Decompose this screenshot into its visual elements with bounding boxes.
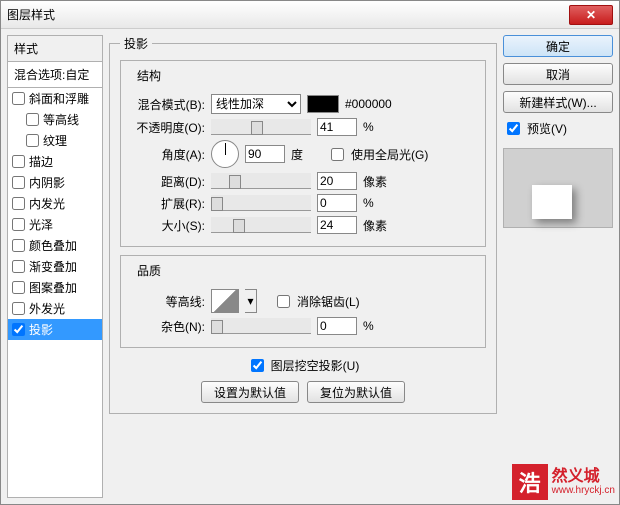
brand-url: www.hryckj.cn [552, 485, 615, 496]
section-title: 投影 [120, 35, 152, 52]
styles-header: 样式 [8, 36, 102, 62]
reset-default-button[interactable]: 复位为默认值 [307, 381, 405, 403]
spread-slider[interactable] [211, 195, 311, 211]
color-swatch[interactable] [307, 95, 339, 113]
blend-mode-label: 混合模式(B): [129, 96, 205, 113]
style-item[interactable]: 内发光 [8, 193, 102, 214]
style-item[interactable]: 等高线 [8, 109, 102, 130]
distance-label: 距离(D): [129, 173, 205, 190]
structure-title: 结构 [133, 67, 165, 84]
watermark: 浩 然义城 www.hryckj.cn [512, 464, 615, 500]
angle-unit: 度 [291, 146, 321, 163]
quality-group: 品质 等高线: ▾ 消除锯齿(L) 杂色(N): [120, 255, 486, 348]
use-global-light[interactable]: 使用全局光(G) [327, 145, 428, 164]
style-checkbox[interactable] [26, 134, 39, 147]
antialias-checkbox[interactable] [277, 295, 290, 308]
blend-options-item[interactable]: 混合选项:自定 [8, 62, 102, 88]
angle-input[interactable] [245, 145, 285, 163]
noise-label: 杂色(N): [129, 318, 205, 335]
style-label: 纹理 [43, 132, 67, 149]
style-checkbox[interactable] [12, 155, 25, 168]
style-label: 投影 [29, 321, 53, 338]
size-slider[interactable] [211, 217, 311, 233]
distance-unit: 像素 [363, 173, 393, 190]
styles-list: 样式 混合选项:自定 斜面和浮雕等高线纹理描边内阴影内发光光泽颜色叠加渐变叠加图… [7, 35, 103, 498]
new-style-button[interactable]: 新建样式(W)... [503, 91, 613, 113]
style-checkbox[interactable] [12, 302, 25, 315]
style-item[interactable]: 内阴影 [8, 172, 102, 193]
knockout-checkbox[interactable] [251, 359, 264, 372]
style-checkbox[interactable] [12, 239, 25, 252]
style-checkbox[interactable] [12, 176, 25, 189]
size-unit: 像素 [363, 217, 393, 234]
angle-label: 角度(A): [129, 146, 205, 163]
style-label: 渐变叠加 [29, 258, 77, 275]
style-item[interactable]: 颜色叠加 [8, 235, 102, 256]
style-label: 内发光 [29, 195, 65, 212]
knockout[interactable]: 图层挖空投影(U) [247, 356, 360, 375]
style-label: 光泽 [29, 216, 53, 233]
distance-slider[interactable] [211, 173, 311, 189]
ok-button[interactable]: 确定 [503, 35, 613, 57]
cancel-button[interactable]: 取消 [503, 63, 613, 85]
spread-label: 扩展(R): [129, 195, 205, 212]
spread-input[interactable] [317, 194, 357, 212]
use-global-checkbox[interactable] [331, 148, 344, 161]
style-checkbox[interactable] [12, 281, 25, 294]
opacity-input[interactable] [317, 118, 357, 136]
style-checkbox[interactable] [12, 260, 25, 273]
window-title: 图层样式 [7, 6, 55, 23]
noise-input[interactable] [317, 317, 357, 335]
preview-toggle[interactable]: 预览(V) [503, 119, 613, 138]
dialog-window: 图层样式 ✕ 样式 混合选项:自定 斜面和浮雕等高线纹理描边内阴影内发光光泽颜色… [0, 0, 620, 505]
contour-picker[interactable] [211, 289, 239, 313]
style-item[interactable]: 纹理 [8, 130, 102, 151]
blend-mode-select[interactable]: 线性加深 [211, 94, 301, 114]
style-label: 外发光 [29, 300, 65, 317]
make-default-button[interactable]: 设置为默认值 [201, 381, 299, 403]
noise-unit: % [363, 319, 393, 333]
contour-dropdown[interactable]: ▾ [245, 289, 257, 313]
style-label: 内阴影 [29, 174, 65, 191]
style-item[interactable]: 渐变叠加 [8, 256, 102, 277]
brand-text: 然义城 [552, 469, 615, 485]
shadow-section: 投影 结构 混合模式(B): 线性加深 #000000 不透明度(O): % [109, 35, 497, 414]
style-label: 图案叠加 [29, 279, 77, 296]
titlebar: 图层样式 ✕ [1, 1, 619, 29]
brand-icon: 浩 [512, 464, 548, 500]
distance-input[interactable] [317, 172, 357, 190]
style-checkbox[interactable] [12, 197, 25, 210]
structure-group: 结构 混合模式(B): 线性加深 #000000 不透明度(O): % [120, 60, 486, 247]
style-item[interactable]: 描边 [8, 151, 102, 172]
noise-slider[interactable] [211, 318, 311, 334]
opacity-unit: % [363, 120, 393, 134]
antialias[interactable]: 消除锯齿(L) [273, 292, 360, 311]
style-checkbox[interactable] [12, 323, 25, 336]
opacity-label: 不透明度(O): [129, 119, 205, 136]
style-checkbox[interactable] [12, 218, 25, 231]
style-label: 颜色叠加 [29, 237, 77, 254]
style-item[interactable]: 光泽 [8, 214, 102, 235]
close-button[interactable]: ✕ [569, 5, 613, 25]
angle-dial[interactable] [211, 140, 239, 168]
spread-unit: % [363, 196, 393, 210]
size-input[interactable] [317, 216, 357, 234]
style-item[interactable]: 外发光 [8, 298, 102, 319]
style-checkbox[interactable] [26, 113, 39, 126]
size-label: 大小(S): [129, 217, 205, 234]
style-checkbox[interactable] [12, 92, 25, 105]
color-hex: #000000 [345, 97, 392, 111]
preview-checkbox[interactable] [507, 122, 520, 135]
quality-title: 品质 [133, 262, 165, 279]
style-item[interactable]: 斜面和浮雕 [8, 88, 102, 109]
contour-label: 等高线: [129, 293, 205, 310]
preview-thumbnail [503, 148, 613, 228]
style-item[interactable]: 投影 [8, 319, 102, 340]
style-item[interactable]: 图案叠加 [8, 277, 102, 298]
style-label: 描边 [29, 153, 53, 170]
style-label: 斜面和浮雕 [29, 90, 89, 107]
style-label: 等高线 [43, 111, 79, 128]
opacity-slider[interactable] [211, 119, 311, 135]
